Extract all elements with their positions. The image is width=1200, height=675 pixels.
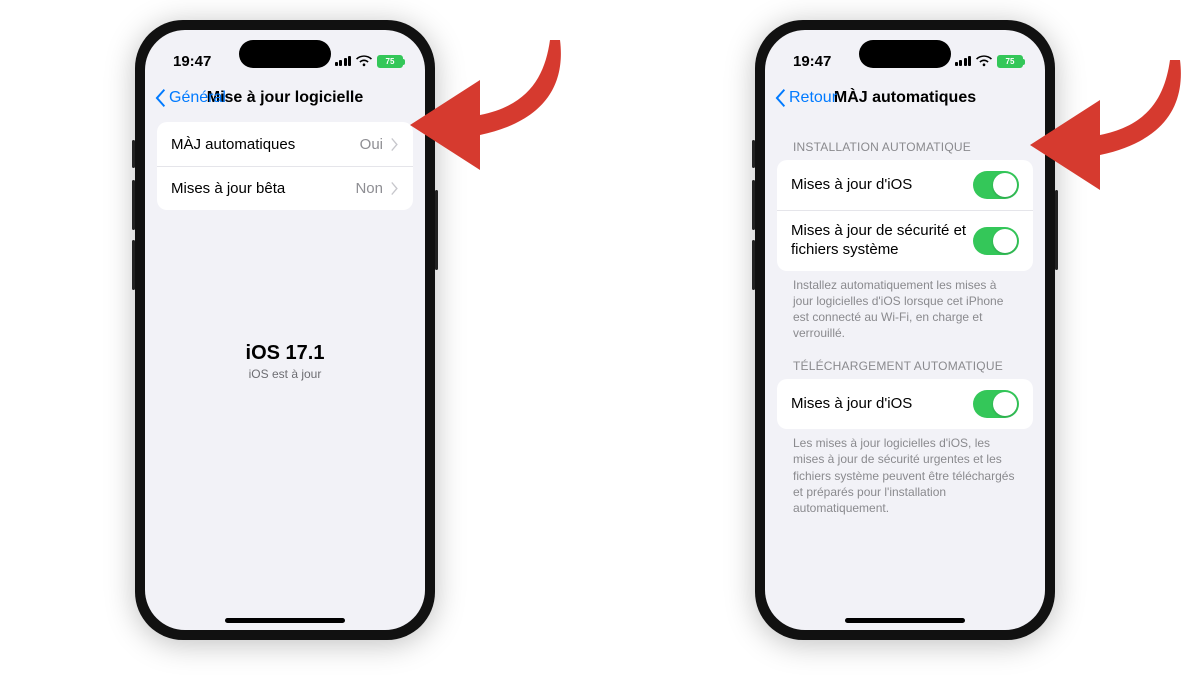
phone-mockup-right: 19:47 75 Retour MÀJ automatiques INSTALL… (755, 20, 1055, 640)
status-time: 19:47 (173, 53, 211, 70)
update-status: iOS 17.1 iOS est à jour (145, 342, 425, 381)
screen-software-update: 19:47 75 Général Mise à jour logicielle … (145, 30, 425, 630)
section-footer-install: Installez automatiquement les mises à jo… (777, 271, 1033, 342)
back-button[interactable]: Général (155, 89, 226, 107)
wifi-icon (356, 55, 372, 67)
row-label: Mises à jour de sécurité et fichiers sys… (791, 222, 971, 260)
row-label: Mises à jour bêta (171, 180, 285, 197)
chevron-right-icon (391, 182, 399, 195)
row-value: Oui (360, 136, 383, 153)
row-value: Non (355, 180, 383, 197)
back-label: Général (169, 89, 226, 107)
settings-group-install: Mises à jour d'iOS Mises à jour de sécur… (777, 160, 1033, 271)
wifi-icon (976, 55, 992, 67)
row-install-ios-updates[interactable]: Mises à jour d'iOS (777, 160, 1033, 210)
row-label: Mises à jour d'iOS (791, 395, 912, 414)
settings-group: MÀJ automatiques Oui Mises à jour bêta N… (157, 122, 413, 210)
chevron-left-icon (775, 89, 787, 107)
section-header-download: TÉLÉCHARGEMENT AUTOMATIQUE (777, 341, 1033, 379)
screen-auto-updates: 19:47 75 Retour MÀJ automatiques INSTALL… (765, 30, 1045, 630)
row-beta-updates[interactable]: Mises à jour bêta Non (157, 166, 413, 210)
dynamic-island (239, 40, 331, 68)
row-download-ios-updates[interactable]: Mises à jour d'iOS (777, 379, 1033, 429)
battery-icon: 75 (997, 55, 1023, 68)
row-label: Mises à jour d'iOS (791, 176, 912, 195)
row-auto-updates[interactable]: MÀJ automatiques Oui (157, 122, 413, 166)
chevron-right-icon (391, 138, 399, 151)
status-time: 19:47 (793, 53, 831, 70)
toggle-switch[interactable] (973, 390, 1019, 418)
ios-version: iOS 17.1 (145, 342, 425, 365)
toggle-switch[interactable] (973, 227, 1019, 255)
row-label: MÀJ automatiques (171, 136, 295, 153)
settings-group-download: Mises à jour d'iOS (777, 379, 1033, 429)
dynamic-island (859, 40, 951, 68)
annotation-arrow-icon (1030, 60, 1190, 190)
cellular-signal-icon (335, 56, 352, 66)
annotation-arrow-icon (410, 40, 570, 170)
section-header-install: INSTALLATION AUTOMATIQUE (777, 122, 1033, 160)
ios-status-text: iOS est à jour (145, 367, 425, 381)
phone-mockup-left: 19:47 75 Général Mise à jour logicielle … (135, 20, 435, 640)
nav-bar: Général Mise à jour logicielle (145, 78, 425, 118)
nav-bar: Retour MÀJ automatiques (765, 78, 1045, 118)
row-install-security-updates[interactable]: Mises à jour de sécurité et fichiers sys… (777, 210, 1033, 271)
home-indicator[interactable] (845, 618, 965, 623)
toggle-switch[interactable] (973, 171, 1019, 199)
section-footer-download: Les mises à jour logicielles d'iOS, les … (777, 429, 1033, 516)
chevron-left-icon (155, 89, 167, 107)
battery-icon: 75 (377, 55, 403, 68)
back-label: Retour (789, 89, 837, 107)
cellular-signal-icon (955, 56, 972, 66)
back-button[interactable]: Retour (775, 89, 837, 107)
home-indicator[interactable] (225, 618, 345, 623)
